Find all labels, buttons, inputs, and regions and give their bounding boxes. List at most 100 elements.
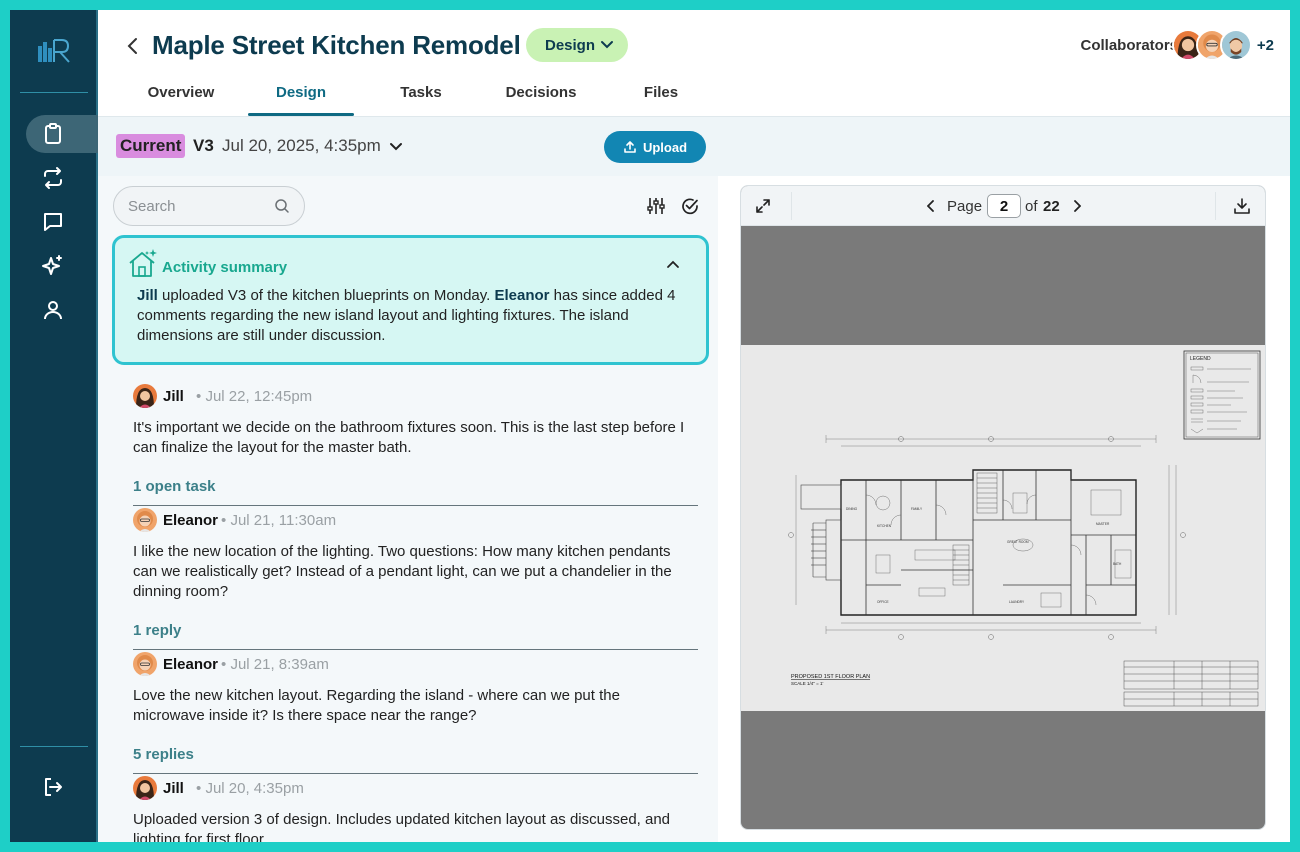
tab-decisions[interactable]: Decisions [488, 84, 594, 116]
upload-button[interactable]: Upload [604, 131, 706, 163]
search-box[interactable] [113, 186, 305, 226]
viewer-toolbar: Page of 22 [741, 186, 1265, 226]
comment-header: Jill • Jul 22, 12:45pm [133, 384, 698, 408]
filter-sliders-icon[interactable] [646, 196, 666, 216]
sparkles-icon [42, 255, 62, 275]
comment-timestamp: Jul 20, 4:35pm [205, 780, 304, 797]
open-task-link[interactable]: 1 open task [133, 478, 216, 495]
more-collaborators[interactable]: +2 [1257, 37, 1274, 54]
page-number-input[interactable] [987, 194, 1021, 218]
toolbar-separator [1215, 192, 1216, 220]
phase-label: Design [545, 36, 596, 54]
chevron-up-icon[interactable] [666, 259, 680, 269]
room-label: GREAT ROOM [1007, 540, 1029, 544]
chevron-left-icon[interactable] [927, 200, 935, 212]
toolbar-separator [791, 192, 792, 220]
chevron-down-icon [601, 41, 613, 49]
avatar [133, 776, 157, 800]
comment-body: I like the new location of the lighting.… [133, 543, 672, 600]
avatar [133, 652, 157, 676]
comment-divider [133, 649, 698, 650]
comment-timestamp: Jul 22, 12:45pm [205, 388, 313, 405]
comment-time: • Jul 21, 11:30am [221, 512, 336, 529]
comment-time: • Jul 21, 8:39am [221, 656, 329, 673]
meta-separator: • [196, 780, 202, 797]
version-chevron-down-icon[interactable] [389, 142, 403, 152]
page-label: Page [947, 198, 983, 215]
room-label: LAUNDRY [1009, 600, 1025, 604]
legend-title: LEGEND [1190, 356, 1211, 362]
activity-summary-card: Activity summary Jill uploaded V3 of the… [112, 235, 709, 365]
page-header: Maple Street Kitchen Remodel Design Coll… [98, 10, 1290, 116]
collaborator-avatars[interactable] [1172, 29, 1252, 61]
room-label: BATH [1113, 562, 1122, 566]
sidebar-divider [20, 92, 88, 93]
comment-header: Eleanor • Jul 21, 8:39am [133, 652, 698, 676]
comment-divider [133, 505, 698, 506]
blueprint-page: LEGEND DINING KITCHEN FAMILY GREAT ROOM … [741, 345, 1265, 711]
sidebar-item-projects[interactable] [26, 115, 98, 153]
sidebar-item-profile[interactable] [26, 291, 98, 329]
comment-author[interactable]: Eleanor [163, 512, 218, 529]
comment-header: Eleanor • Jul 21, 11:30am [133, 508, 698, 532]
page-title: Maple Street Kitchen Remodel [152, 30, 521, 60]
app-frame: Maple Street Kitchen Remodel Design Coll… [10, 10, 1290, 842]
room-label: FAMILY [911, 507, 923, 511]
tab-tasks[interactable]: Tasks [368, 84, 474, 116]
current-version-badge: Current [116, 134, 186, 158]
avatar[interactable] [1220, 29, 1252, 61]
comment-body: It's important we decide on the bathroom… [133, 419, 685, 456]
logout-icon [45, 778, 62, 796]
ai-house-icon [129, 249, 157, 277]
floor-plan-drawing: LEGEND DINING KITCHEN FAMILY GREAT ROOM … [788, 350, 1261, 707]
comment-feed: Jill • Jul 22, 12:45pm It's important we… [133, 376, 698, 842]
room-label: DINING [846, 507, 858, 511]
comment-author[interactable]: Jill [163, 780, 184, 797]
comment-divider [133, 773, 698, 774]
expand-icon[interactable] [755, 198, 771, 214]
summary-name: Eleanor [494, 287, 550, 304]
sidebar-item-updates[interactable] [26, 159, 98, 197]
search-input[interactable] [128, 187, 268, 225]
summary-text-part: uploaded V3 of the kitchen blueprints on… [157, 287, 495, 304]
collaborators-label: Collaborators [1080, 37, 1178, 54]
page-total: 22 [1043, 198, 1060, 215]
version-date: Jul 20, 2025, 4:35pm [222, 136, 381, 155]
plan-title: PROPOSED 1ST FLOOR PLAN [791, 674, 870, 680]
replies-link[interactable]: 5 replies [133, 746, 194, 763]
user-icon [44, 301, 62, 320]
upload-icon [624, 141, 636, 153]
comment-time: • Jul 22, 12:45pm [196, 388, 312, 405]
sidebar-item-ai[interactable] [26, 247, 98, 285]
chevron-right-icon[interactable] [1073, 200, 1081, 212]
activity-summary-text: Jill uploaded V3 of the kitchen blueprin… [137, 286, 692, 346]
check-circle-icon[interactable] [680, 196, 700, 216]
upload-label: Upload [642, 139, 688, 155]
chat-icon [44, 213, 62, 231]
plan-scale: SCALE 1/4" = 1' [791, 681, 823, 686]
page-navigator: Page of 22 [927, 194, 1097, 218]
meta-separator: • [221, 656, 227, 673]
version-number: V3 [193, 136, 214, 155]
phase-dropdown[interactable]: Design [526, 28, 628, 62]
avatar [133, 384, 157, 408]
comment-author[interactable]: Jill [163, 388, 184, 405]
activity-panel: Activity summary Jill uploaded V3 of the… [98, 176, 718, 842]
search-icon[interactable] [274, 198, 290, 214]
sidebar-divider [20, 746, 88, 747]
back-arrow-icon[interactable] [126, 36, 140, 56]
comment-timestamp: Jul 21, 11:30am [230, 512, 337, 529]
logout-button[interactable] [26, 768, 98, 806]
version-bar: Current V3 Jul 20, 2025, 4:35pm Upload [98, 116, 1290, 176]
download-icon[interactable] [1233, 197, 1251, 215]
clipboard-icon [45, 123, 61, 144]
comment-author[interactable]: Eleanor [163, 656, 218, 673]
room-label: OFFICE [877, 600, 889, 604]
tab-overview[interactable]: Overview [128, 84, 234, 116]
avatar [133, 508, 157, 532]
tab-design[interactable]: Design [248, 84, 354, 116]
sidebar-item-messages[interactable] [26, 203, 98, 241]
tab-files[interactable]: Files [608, 84, 714, 116]
comment-header: Jill • Jul 20, 4:35pm [133, 776, 698, 800]
reply-link[interactable]: 1 reply [133, 622, 181, 639]
